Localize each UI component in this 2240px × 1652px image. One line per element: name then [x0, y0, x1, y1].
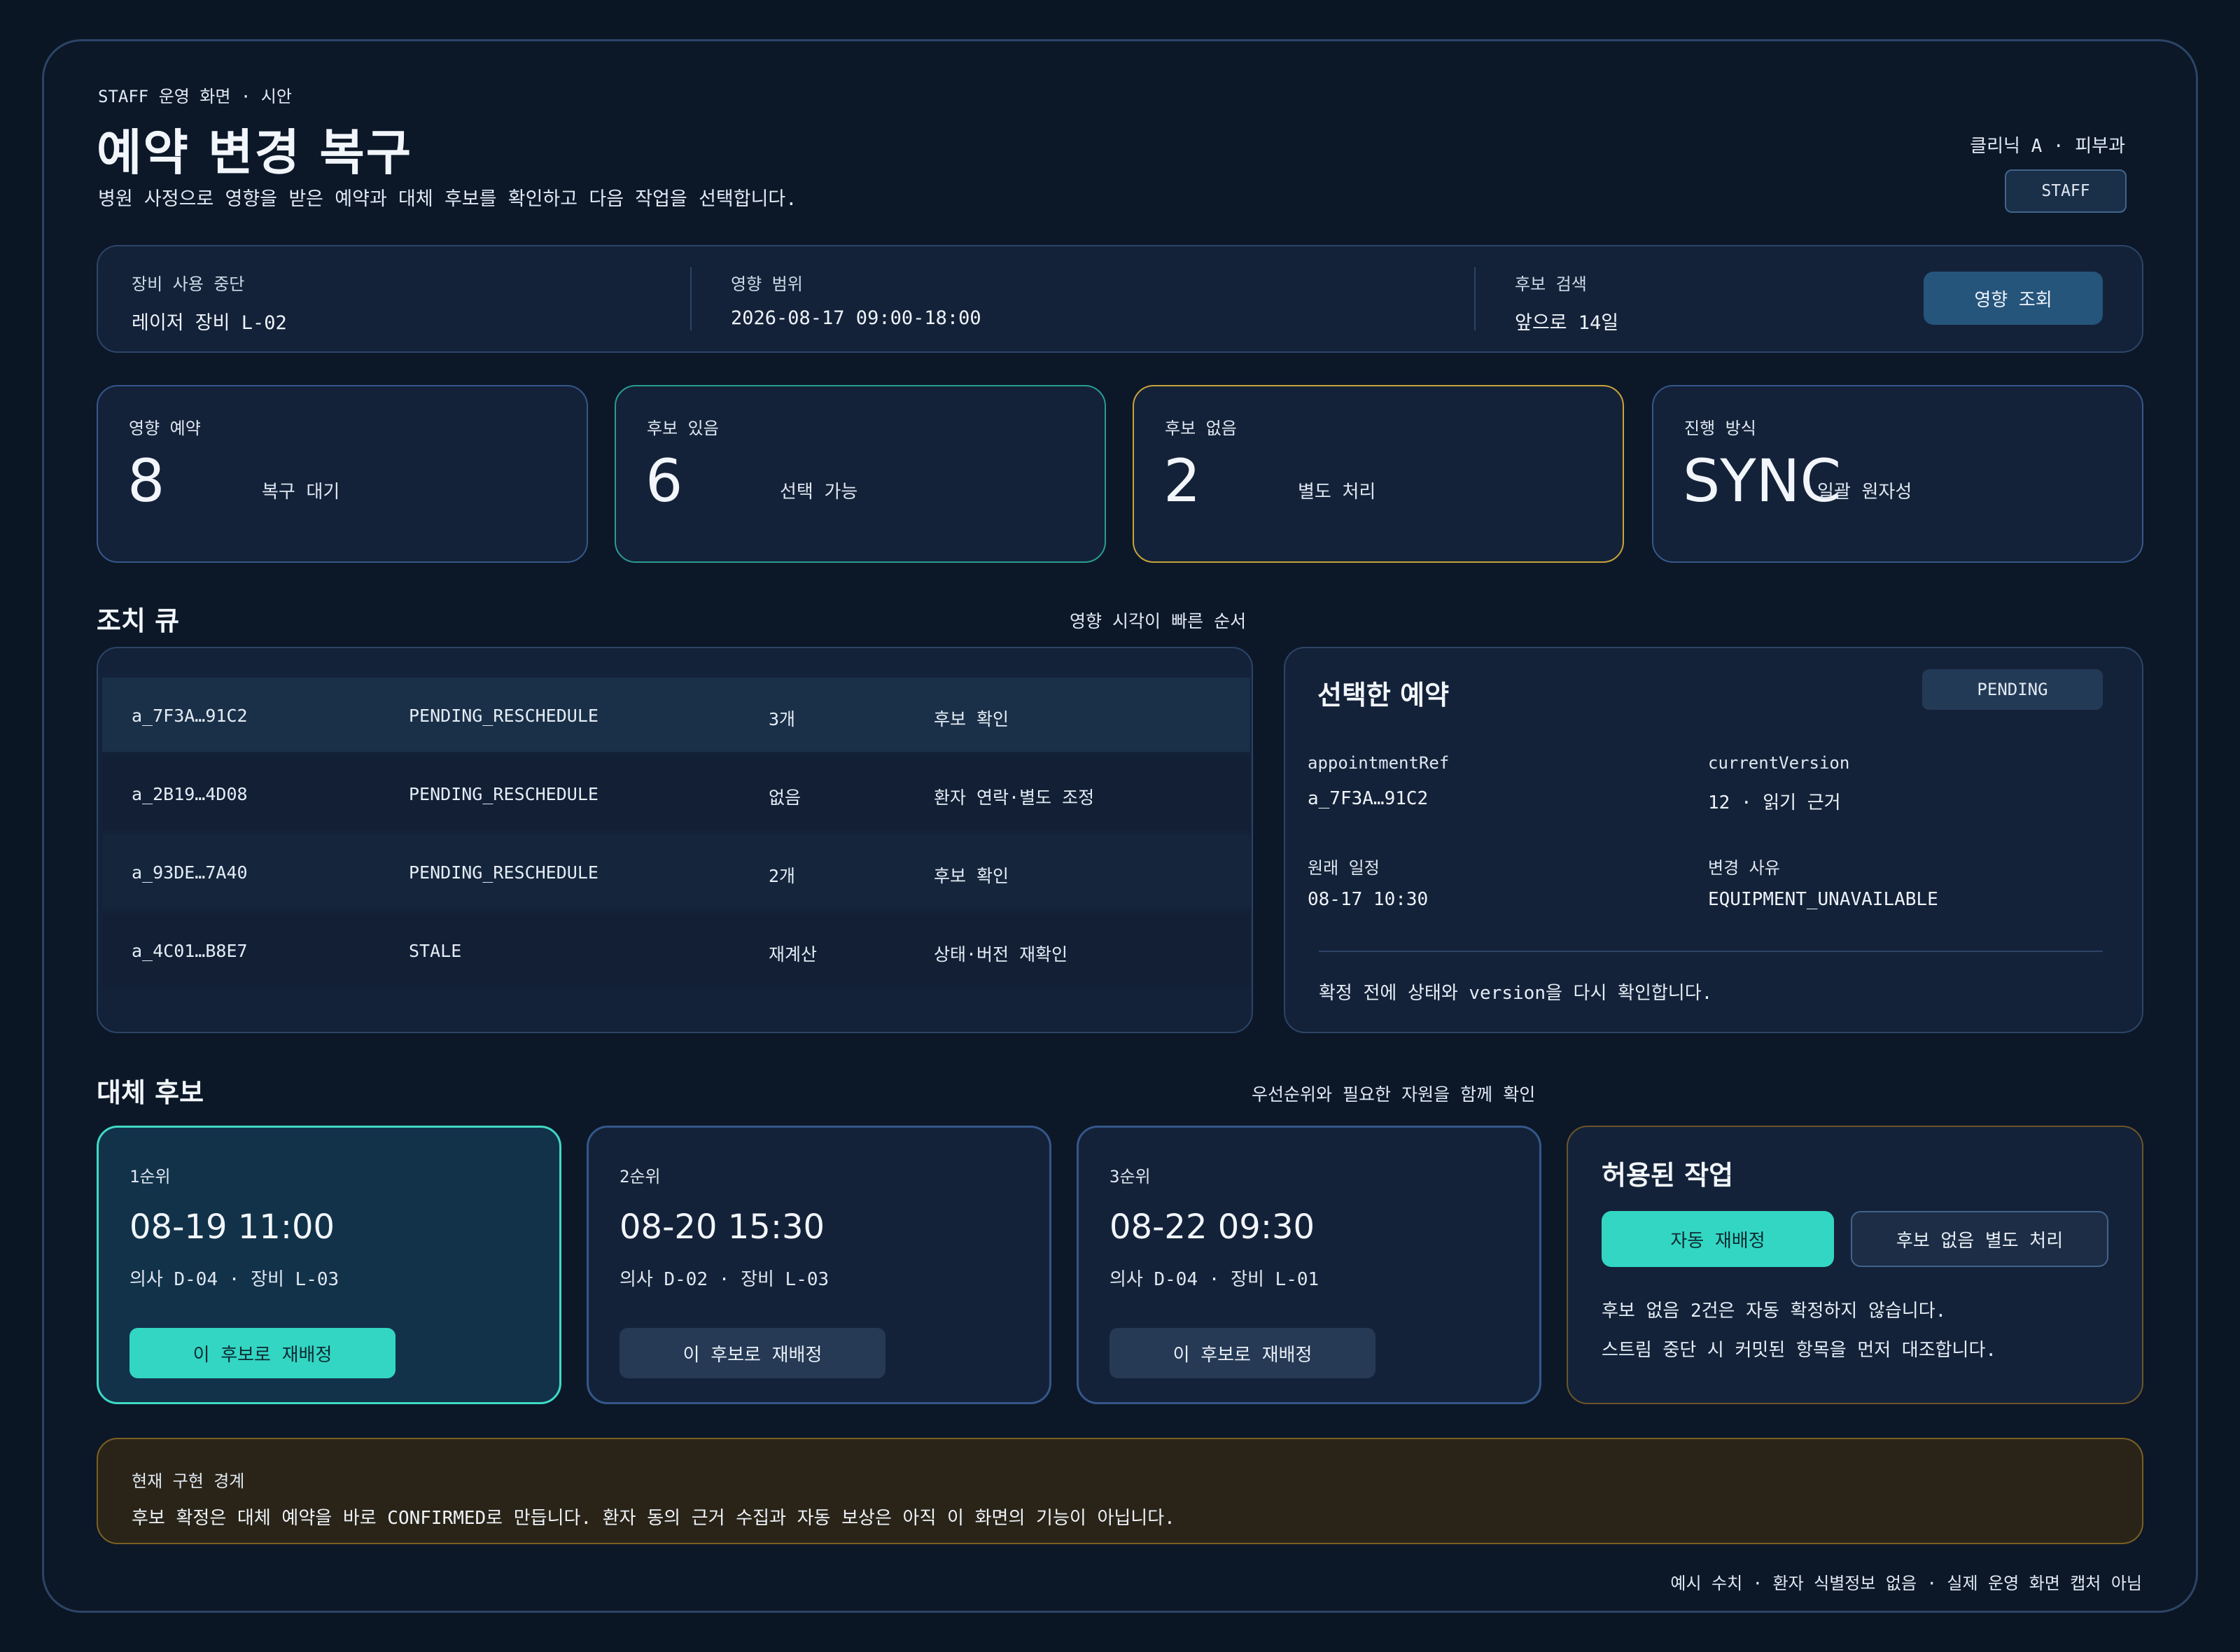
candidates-note: 우선순위와 필요한 자원을 함께 확인	[1252, 1084, 1536, 1105]
row-candidates: 3개	[769, 709, 796, 729]
scope-search: 후보 검색 앞으로 14일	[1515, 270, 1618, 335]
candidate-card-1[interactable]: 1순위 08-19 11:00 의사 D-04 · 장비 L-03 이 후보로 …	[97, 1126, 561, 1404]
clinic-label: 클리닉 A · 피부과	[1970, 136, 2125, 157]
row-candidates: 없음	[769, 788, 802, 808]
role-badge: STAFF	[2005, 169, 2127, 213]
scope-range-label: 영향 범위	[731, 274, 803, 294]
candidate-time: 08-20 15:30	[620, 1208, 825, 1247]
row-candidates: 2개	[769, 866, 796, 886]
kpi-value: 8	[127, 447, 165, 515]
page-eyebrow: STAFF 운영 화면 · 시안	[98, 87, 292, 106]
candidate-card-2[interactable]: 2순위 08-20 15:30 의사 D-02 · 장비 L-03 이 후보로 …	[587, 1126, 1051, 1404]
row-state: PENDING_RESCHEDULE	[409, 862, 598, 883]
reassign-candidate-button[interactable]: 이 후보로 재배정	[1110, 1328, 1376, 1378]
query-impact-button[interactable]: 영향 조회	[1924, 272, 2103, 325]
candidate-resources: 의사 D-04 · 장비 L-01	[1110, 1269, 1320, 1290]
scope-range: 영향 범위 2026-08-17 09:00-18:00	[731, 270, 981, 329]
row-ref: a_93DE…7A40	[132, 862, 248, 883]
row-action: 후보 확인	[934, 866, 1009, 886]
detail-note: 확정 전에 상태와 version을 다시 확인합니다.	[1319, 983, 1713, 1004]
queue-title: 조치 큐	[97, 606, 180, 636]
handle-no-candidate-button[interactable]: 후보 없음 별도 처리	[1851, 1211, 2108, 1267]
candidate-rank: 3순위	[1110, 1167, 1151, 1186]
table-row[interactable]: a_93DE…7A40 PENDING_RESCHEDULE 2개 후보 확인	[102, 834, 1250, 909]
footer-disclaimer: 예시 수치 · 환자 식별정보 없음 · 실제 운영 화면 캡처 아님	[1670, 1574, 2142, 1593]
row-ref: a_7F3A…91C2	[132, 706, 248, 726]
table-row[interactable]: a_2B19…4D08 PENDING_RESCHEDULE 없음 환자 연락·…	[102, 756, 1250, 830]
scope-equipment: 장비 사용 중단 레이저 장비 L-02	[132, 270, 287, 335]
impact-scope-bar	[97, 245, 2143, 353]
row-state: STALE	[409, 941, 462, 961]
row-action: 상태·버전 재확인	[934, 944, 1068, 965]
candidate-resources: 의사 D-04 · 장비 L-03	[130, 1269, 340, 1290]
table-row[interactable]: a_4C01…B8E7 STALE 재계산 상태·버전 재확인	[102, 913, 1250, 987]
kpi-sub: 선택 가능	[780, 482, 858, 503]
scope-divider	[1474, 267, 1476, 330]
candidate-time: 08-22 09:30	[1110, 1208, 1315, 1247]
kpi-label: 후보 있음	[647, 419, 719, 438]
actions-note: 후보 없음 2건은 자동 확정하지 않습니다.	[1602, 1301, 1947, 1322]
field-label: 변경 사유	[1708, 858, 1780, 878]
candidate-rank: 2순위	[620, 1167, 661, 1186]
field-label: 원래 일정	[1308, 858, 1380, 878]
actions-title: 허용된 작업	[1602, 1160, 1734, 1191]
reassign-candidate-button[interactable]: 이 후보로 재배정	[130, 1328, 396, 1378]
row-state: PENDING_RESCHEDULE	[409, 784, 598, 804]
kpi-value: 2	[1163, 447, 1201, 515]
kpi-value: 6	[645, 447, 683, 515]
divider	[1319, 951, 2103, 952]
kpi-sub: 별도 처리	[1298, 482, 1376, 503]
reassign-candidate-button[interactable]: 이 후보로 재배정	[620, 1328, 886, 1378]
action-queue-table: a_7F3A…91C2 PENDING_RESCHEDULE 3개 후보 확인 …	[97, 647, 1253, 1033]
kpi-label: 영향 예약	[129, 419, 201, 438]
status-badge: PENDING	[1922, 669, 2103, 710]
kpi-card-has-candidates: 후보 있음 6 선택 가능	[615, 385, 1106, 563]
row-ref: a_2B19…4D08	[132, 784, 248, 804]
scope-search-value: 앞으로 14일	[1515, 312, 1619, 334]
row-candidates: 재계산	[769, 944, 818, 965]
queue-sort-note: 영향 시각이 빠른 순서	[1070, 611, 1247, 631]
scope-equipment-label: 장비 사용 중단	[132, 274, 245, 294]
field-value: a_7F3A…91C2	[1308, 788, 1429, 809]
row-state: PENDING_RESCHEDULE	[409, 706, 598, 726]
field-value: 12 · 읽기 근거	[1708, 792, 1841, 813]
field-label: currentVersion	[1708, 753, 1850, 773]
page-title: 예약 변경 복구	[97, 124, 413, 181]
page-subtitle: 병원 사정으로 영향을 받은 예약과 대체 후보를 확인하고 다음 작업을 선택…	[98, 188, 797, 210]
kpi-card-mode: 진행 방식 SYNC 일괄 원자성	[1652, 385, 2143, 563]
row-action: 후보 확인	[934, 709, 1009, 729]
scope-divider	[690, 267, 692, 330]
scope-range-value: 2026-08-17 09:00-18:00	[731, 307, 981, 329]
field-value: EQUIPMENT_UNAVAILABLE	[1708, 889, 1938, 910]
field-label: appointmentRef	[1308, 753, 1450, 773]
actions-note: 스트림 중단 시 커밋된 항목을 먼저 대조합니다.	[1602, 1340, 1997, 1361]
kpi-card-affected: 영향 예약 8 복구 대기	[97, 385, 588, 563]
table-row[interactable]: a_7F3A…91C2 PENDING_RESCHEDULE 3개 후보 확인	[102, 678, 1250, 752]
boundary-label: 현재 구현 경계	[132, 1471, 245, 1491]
boundary-text: 후보 확정은 대체 예약을 바로 CONFIRMED로 만듭니다. 환자 동의 …	[132, 1508, 1175, 1529]
candidates-title: 대체 후보	[97, 1077, 204, 1108]
scope-equipment-value: 레이저 장비 L-02	[132, 312, 287, 334]
kpi-sub: 복구 대기	[262, 482, 340, 503]
candidate-time: 08-19 11:00	[130, 1208, 335, 1247]
scope-search-label: 후보 검색	[1515, 274, 1587, 294]
kpi-sub: 일괄 원자성	[1817, 482, 1912, 503]
field-value: 08-17 10:30	[1308, 889, 1429, 910]
candidate-card-3[interactable]: 3순위 08-22 09:30 의사 D-04 · 장비 L-01 이 후보로 …	[1077, 1126, 1541, 1404]
auto-reassign-button[interactable]: 자동 재배정	[1602, 1211, 1834, 1267]
kpi-card-no-candidates: 후보 없음 2 별도 처리	[1133, 385, 1624, 563]
kpi-label: 진행 방식	[1684, 419, 1756, 438]
kpi-label: 후보 없음	[1165, 419, 1237, 438]
candidate-resources: 의사 D-02 · 장비 L-03	[620, 1269, 830, 1290]
row-ref: a_4C01…B8E7	[132, 941, 248, 961]
candidate-rank: 1순위	[130, 1167, 171, 1186]
row-action: 환자 연락·별도 조정	[934, 788, 1095, 808]
detail-title: 선택한 예약	[1317, 680, 1450, 710]
